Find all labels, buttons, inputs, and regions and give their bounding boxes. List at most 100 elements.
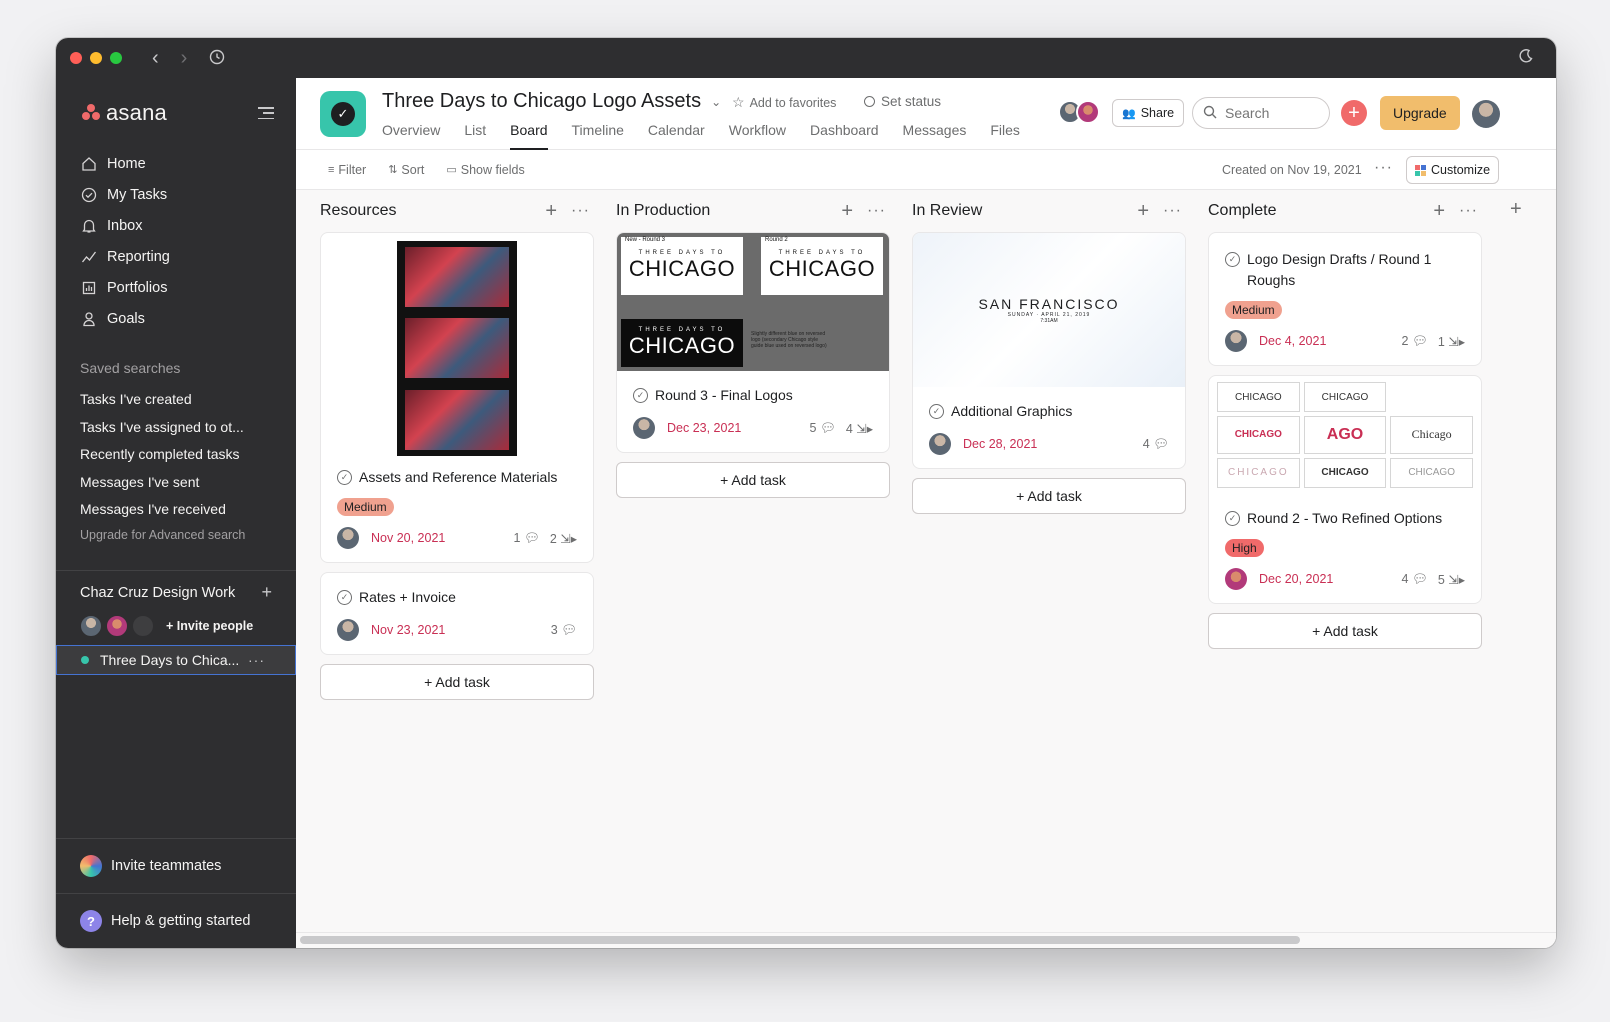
team-header[interactable]: Chaz Cruz Design Work + xyxy=(56,573,296,613)
user-avatar[interactable] xyxy=(1472,100,1500,128)
tab-files[interactable]: Files xyxy=(990,122,1020,150)
subtask-count: 1 ⇲▸ xyxy=(1438,334,1465,349)
help-button[interactable]: ? Help & getting started xyxy=(56,893,296,948)
nav-home[interactable]: Home xyxy=(56,148,296,179)
horizontal-scrollbar[interactable] xyxy=(300,936,1300,944)
photo-strip-image xyxy=(397,240,517,456)
tab-messages[interactable]: Messages xyxy=(903,122,967,150)
tab-board[interactable]: Board xyxy=(510,122,548,150)
filter-button[interactable]: ≡ Filter xyxy=(328,163,366,177)
invite-teammates-button[interactable]: Invite teammates xyxy=(56,838,296,893)
avatar[interactable] xyxy=(337,619,359,641)
avatar[interactable] xyxy=(106,614,128,637)
more-options-icon[interactable]: ··· xyxy=(867,202,886,220)
avatar[interactable] xyxy=(929,433,951,455)
column-title[interactable]: Complete xyxy=(1208,202,1276,220)
column-title[interactable]: In Production xyxy=(616,202,710,220)
add-card-icon[interactable]: + xyxy=(1137,200,1149,223)
avatar[interactable] xyxy=(337,527,359,549)
saved-search-item[interactable]: Recently completed tasks xyxy=(56,441,296,469)
tab-dashboard[interactable]: Dashboard xyxy=(810,122,879,150)
do-not-disturb-icon[interactable] xyxy=(1518,48,1534,69)
set-status-button[interactable]: Set status xyxy=(864,94,941,109)
project-icon[interactable]: ✓ xyxy=(320,91,366,137)
add-task-button[interactable]: + Add task xyxy=(616,462,890,498)
add-task-button[interactable]: + Add task xyxy=(912,478,1186,514)
avatar[interactable] xyxy=(1225,568,1247,590)
task-card[interactable]: CHICAGO CHICAGO CHICAGO AGO Chicago CHIC… xyxy=(1208,375,1482,604)
nav-portfolios[interactable]: Portfolios xyxy=(56,272,296,303)
complete-checkbox-icon[interactable]: ✓ xyxy=(929,404,944,419)
task-card[interactable]: ✓ Rates + Invoice Nov 23, 2021 3 💬︎ xyxy=(320,572,594,655)
column-title[interactable]: In Review xyxy=(912,202,982,220)
task-card[interactable]: ✓ Assets and Reference Materials Medium N… xyxy=(320,232,594,563)
status-circle-icon xyxy=(864,96,875,107)
task-card[interactable]: SAN FRANCISCO SUNDAY · APRIL 21, 2019 7:… xyxy=(912,232,1186,469)
upgrade-button[interactable]: Upgrade xyxy=(1380,96,1460,130)
chevron-down-icon[interactable]: ⌄ xyxy=(711,95,721,109)
complete-checkbox-icon[interactable]: ✓ xyxy=(337,590,352,605)
task-title: Additional Graphics xyxy=(951,403,1073,419)
zoom-window-button[interactable] xyxy=(110,52,122,64)
search-input[interactable] xyxy=(1225,105,1315,121)
invite-people-button[interactable]: + Invite people xyxy=(166,619,253,633)
search-field[interactable] xyxy=(1192,97,1330,129)
avatar[interactable] xyxy=(80,614,102,637)
comment-count: 5 💬︎ xyxy=(810,421,836,436)
saved-search-item[interactable]: Tasks I've assigned to ot... xyxy=(56,414,296,442)
column-title[interactable]: Resources xyxy=(320,202,396,220)
subtask-icon: ⇲▸ xyxy=(1448,572,1465,587)
more-options-icon[interactable]: ··· xyxy=(1459,202,1478,220)
saved-search-item[interactable]: Messages I've received xyxy=(56,496,296,524)
nav-my-tasks[interactable]: My Tasks xyxy=(56,179,296,210)
tab-timeline[interactable]: Timeline xyxy=(572,122,624,150)
complete-checkbox-icon[interactable]: ✓ xyxy=(1225,511,1240,526)
nav-reporting[interactable]: Reporting xyxy=(56,241,296,272)
complete-checkbox-icon[interactable]: ✓ xyxy=(1225,252,1240,267)
add-card-icon[interactable]: + xyxy=(841,200,853,223)
nav-inbox[interactable]: Inbox xyxy=(56,210,296,241)
add-task-button[interactable]: + Add task xyxy=(1208,613,1482,649)
history-icon[interactable] xyxy=(209,49,225,68)
add-task-button[interactable]: + Add task xyxy=(320,664,594,700)
close-window-button[interactable] xyxy=(70,52,82,64)
more-options-icon[interactable]: ··· xyxy=(1374,159,1393,177)
complete-checkbox-icon[interactable]: ✓ xyxy=(633,388,648,403)
quick-add-button[interactable]: + xyxy=(1341,100,1367,126)
more-options-icon[interactable]: ··· xyxy=(1163,202,1182,220)
avatar[interactable] xyxy=(1225,330,1247,352)
add-card-icon[interactable]: + xyxy=(1433,200,1445,223)
add-section-icon[interactable]: + xyxy=(1510,198,1522,221)
comment-icon: 💬︎ xyxy=(523,530,540,545)
avatar[interactable] xyxy=(633,417,655,439)
project-members[interactable] xyxy=(1058,100,1100,124)
tab-list[interactable]: List xyxy=(464,122,486,150)
nav-goals[interactable]: Goals xyxy=(56,303,296,334)
tab-workflow[interactable]: Workflow xyxy=(729,122,786,150)
avatar[interactable] xyxy=(132,614,154,637)
forward-icon[interactable]: › xyxy=(181,48,188,68)
share-button[interactable]: 👥 Share xyxy=(1112,99,1185,127)
task-card[interactable]: ✓ Logo Design Drafts / Round 1 Roughs Med… xyxy=(1208,232,1482,366)
page-title[interactable]: Three Days to Chicago Logo Assets xyxy=(382,90,701,113)
primary-nav: Home My Tasks Inbox Reporting Portfolios… xyxy=(56,148,296,334)
add-card-icon[interactable]: + xyxy=(545,200,557,223)
upgrade-advanced-search-link[interactable]: Upgrade for Advanced search xyxy=(56,528,296,550)
sort-button[interactable]: ⇅ Sort xyxy=(388,163,424,177)
add-to-favorites-button[interactable]: ☆ Add to favorites xyxy=(732,94,836,111)
tab-calendar[interactable]: Calendar xyxy=(648,122,705,150)
task-card[interactable]: New - Round 3 Round 2 THREE DAYS TO CHIC… xyxy=(616,232,890,453)
show-fields-button[interactable]: ▭ Show fields xyxy=(446,163,524,177)
tab-overview[interactable]: Overview xyxy=(382,122,440,150)
minimize-window-button[interactable] xyxy=(90,52,102,64)
customize-button[interactable]: Customize xyxy=(1406,156,1500,184)
sidebar-project-item[interactable]: Three Days to Chica... ··· xyxy=(56,644,296,675)
add-project-icon[interactable]: + xyxy=(261,582,272,603)
more-options-icon[interactable]: ··· xyxy=(248,652,265,668)
collapse-sidebar-icon[interactable] xyxy=(258,107,274,119)
back-icon[interactable]: ‹ xyxy=(152,48,159,68)
saved-search-item[interactable]: Messages I've sent xyxy=(56,469,296,497)
more-options-icon[interactable]: ··· xyxy=(571,202,590,220)
saved-search-item[interactable]: Tasks I've created xyxy=(56,386,296,414)
complete-checkbox-icon[interactable]: ✓ xyxy=(337,470,352,485)
